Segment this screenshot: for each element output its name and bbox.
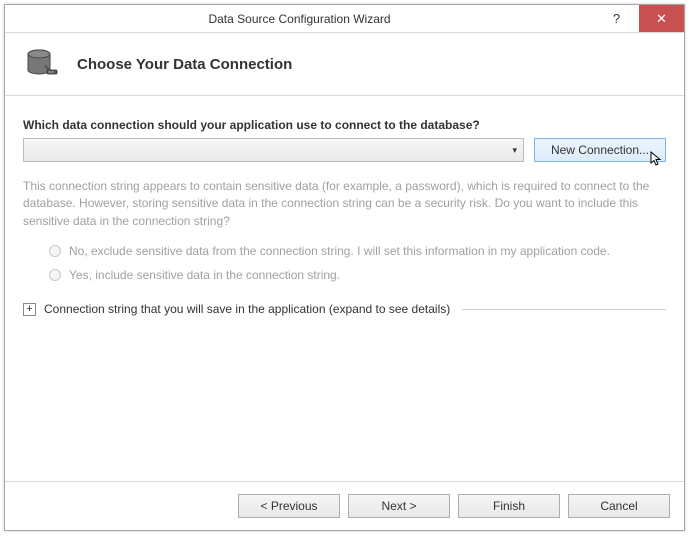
expand-toggle[interactable]: + [23, 303, 36, 316]
sensitive-data-note: This connection string appears to contai… [23, 178, 666, 230]
previous-button[interactable]: < Previous [238, 494, 340, 518]
titlebar: Data Source Configuration Wizard ? ✕ [5, 5, 684, 33]
new-connection-button[interactable]: New Connection... [534, 138, 666, 162]
wizard-header: Choose Your Data Connection [5, 33, 684, 96]
new-connection-label: New Connection... [551, 143, 649, 157]
database-icon [25, 46, 61, 82]
wizard-footer: < Previous Next > Finish Cancel [5, 481, 684, 530]
cancel-button[interactable]: Cancel [568, 494, 670, 518]
radio-exclude-label: No, exclude sensitive data from the conn… [69, 244, 610, 258]
close-button[interactable]: ✕ [639, 5, 684, 32]
page-heading: Choose Your Data Connection [77, 56, 292, 73]
finish-button[interactable]: Finish [458, 494, 560, 518]
radio-icon [49, 245, 61, 257]
question-label: Which data connection should your applic… [23, 118, 666, 132]
titlebar-buttons: ? ✕ [594, 5, 684, 32]
connection-dropdown[interactable]: ▾ [23, 138, 524, 162]
radio-exclude-sensitive: No, exclude sensitive data from the conn… [49, 244, 666, 258]
help-button[interactable]: ? [594, 5, 639, 32]
chevron-down-icon: ▾ [512, 145, 517, 156]
radio-include-sensitive: Yes, include sensitive data in the conne… [49, 268, 666, 282]
cursor-icon [650, 151, 666, 169]
connection-string-expander: + Connection string that you will save i… [23, 302, 666, 316]
divider [462, 309, 666, 310]
window-title: Data Source Configuration Wizard [5, 12, 594, 26]
connection-row: ▾ New Connection... [23, 138, 666, 162]
expand-label: Connection string that you will save in … [44, 302, 450, 316]
wizard-window: Data Source Configuration Wizard ? ✕ Cho… [4, 4, 685, 531]
wizard-content: Which data connection should your applic… [5, 96, 684, 481]
radio-include-label: Yes, include sensitive data in the conne… [69, 268, 340, 282]
next-button[interactable]: Next > [348, 494, 450, 518]
radio-icon [49, 269, 61, 281]
